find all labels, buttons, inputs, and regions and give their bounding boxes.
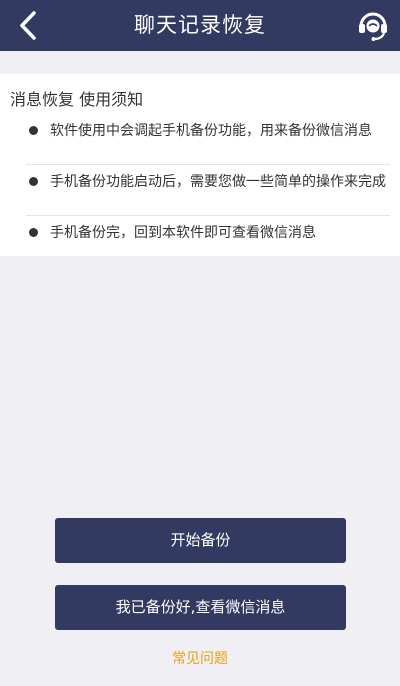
- notice-heading: 消息恢复 使用须知: [10, 90, 144, 109]
- list-item: 软件使用中会调起手机备份功能，用来备份微信消息: [26, 116, 390, 165]
- notice-card: 消息恢复 使用须知 软件使用中会调起手机备份功能，用来备份微信消息 手机备份功能…: [0, 74, 400, 256]
- notice-item-text: 手机备份完，回到本软件即可查看微信消息: [50, 225, 316, 241]
- list-item: 手机备份完，回到本软件即可查看微信消息: [26, 218, 390, 248]
- view-messages-button[interactable]: 我已备份好,查看微信消息: [55, 585, 346, 630]
- faq-link[interactable]: 常见问题: [0, 648, 400, 668]
- list-item: 手机备份功能启动后，需要您做一些简单的操作来完成: [26, 167, 390, 216]
- bullet-icon: [29, 228, 38, 237]
- bullet-icon: [29, 177, 38, 186]
- bullet-icon: [29, 126, 38, 135]
- customer-service-button[interactable]: [356, 8, 390, 42]
- page-title: 聊天记录恢复: [134, 13, 266, 37]
- notice-list: 软件使用中会调起手机备份功能，用来备份微信消息 手机备份功能启动后，需要您做一些…: [26, 116, 390, 248]
- customer-service-headset-icon: [359, 12, 387, 41]
- notice-item-text: 手机备份功能启动后，需要您做一些简单的操作来完成: [50, 174, 386, 190]
- app-header: 聊天记录恢复: [0, 0, 400, 51]
- start-backup-button[interactable]: 开始备份: [55, 518, 346, 563]
- notice-item-text: 软件使用中会调起手机备份功能，用来备份微信消息: [50, 123, 372, 139]
